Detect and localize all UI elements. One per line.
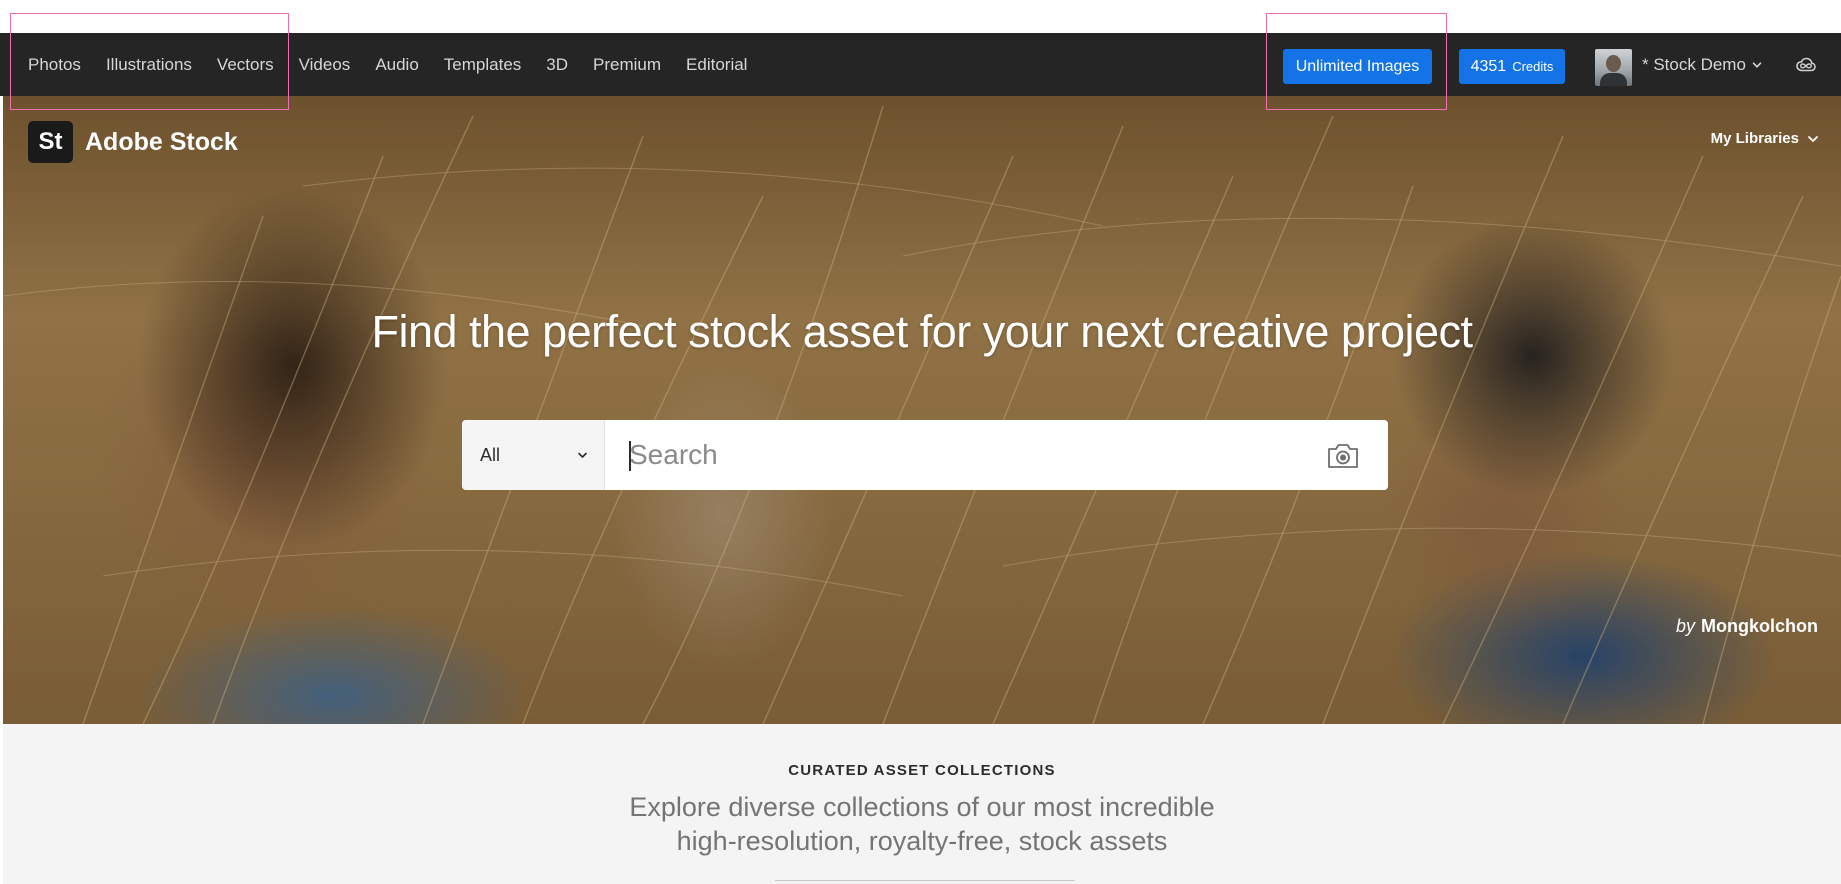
section-divider: [775, 880, 1075, 881]
text-caret: [629, 441, 631, 471]
curated-description-line-2: high-resolution, royalty-free, stock ass…: [676, 826, 1168, 856]
search-input[interactable]: [605, 420, 1388, 490]
nav-categories: Photos Illustrations Vectors Videos Audi…: [0, 33, 772, 96]
credits-label: Credits: [1512, 59, 1554, 74]
credits-button[interactable]: 4351 Credits: [1459, 49, 1565, 84]
curated-description-line-1: Explore diverse collections of our most …: [629, 792, 1215, 822]
nav-item-editorial[interactable]: Editorial: [686, 55, 747, 75]
top-navbar: Photos Illustrations Vectors Videos Audi…: [0, 33, 1841, 96]
photo-credit: by Mongkolchon: [1676, 616, 1818, 637]
nav-item-vectors[interactable]: Vectors: [217, 55, 274, 75]
account-name: * Stock Demo: [1642, 54, 1746, 74]
photo-credit-author[interactable]: Mongkolchon: [1701, 616, 1818, 636]
top-strip: [0, 0, 1841, 33]
nav-item-photos[interactable]: Photos: [28, 55, 81, 75]
creative-cloud-icon[interactable]: [1794, 53, 1818, 77]
curated-collections-section: CURATED ASSET COLLECTIONS Explore divers…: [3, 724, 1841, 884]
logo-text: Adobe Stock: [85, 127, 238, 156]
nav-item-templates[interactable]: Templates: [444, 55, 521, 75]
account-menu[interactable]: * Stock Demo: [1642, 33, 1762, 96]
hero-title: Find the perfect stock asset for your ne…: [371, 306, 1473, 357]
nav-item-audio[interactable]: Audio: [375, 55, 418, 75]
photo-credit-by: by: [1676, 616, 1696, 636]
page: Photos Illustrations Vectors Videos Audi…: [0, 0, 1841, 884]
unlimited-images-button[interactable]: Unlimited Images: [1283, 49, 1432, 84]
nav-item-videos[interactable]: Videos: [299, 55, 351, 75]
avatar[interactable]: [1595, 49, 1632, 86]
chevron-down-icon: [1752, 61, 1762, 68]
logo-mark: St: [28, 121, 73, 163]
camera-icon[interactable]: [1326, 442, 1360, 470]
search-bar: All: [462, 420, 1388, 490]
chevron-down-icon: [1808, 135, 1818, 142]
curated-eyebrow: CURATED ASSET COLLECTIONS: [788, 762, 1056, 779]
curated-description: Explore diverse collections of our most …: [3, 790, 1841, 858]
hero-overlay: [3, 96, 1841, 724]
search-category-value: All: [480, 444, 501, 465]
chevron-down-icon: [578, 452, 587, 458]
nav-item-illustrations[interactable]: Illustrations: [106, 55, 192, 75]
my-libraries-label: My Libraries: [1710, 130, 1799, 147]
nav-item-premium[interactable]: Premium: [593, 55, 661, 75]
credits-count: 4351: [1470, 57, 1507, 75]
nav-item-3d[interactable]: 3D: [546, 55, 568, 75]
search-category-select[interactable]: All: [462, 420, 605, 490]
my-libraries-menu[interactable]: My Libraries: [1711, 130, 1819, 147]
hero-banner: St Adobe Stock My Libraries Find the per…: [3, 96, 1841, 724]
adobe-stock-logo[interactable]: St Adobe Stock: [28, 121, 238, 163]
